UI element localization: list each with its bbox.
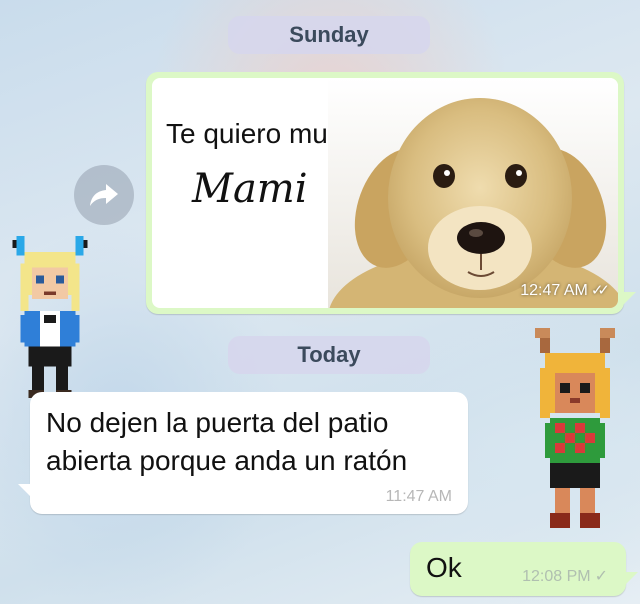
- outgoing-reply-text: Ok: [426, 552, 462, 583]
- incoming-message-text: No dejen la puerta del patio abierta por…: [46, 407, 408, 476]
- outgoing-reply-time-text: 12:08 PM: [522, 568, 591, 585]
- date-separator-today: Today: [228, 336, 430, 374]
- pixel-character-deer: [530, 328, 620, 528]
- image-card[interactable]: Te quiero mucho Mami 12:47 AM ✓✓: [152, 78, 618, 308]
- outgoing-reply-time: 12:08 PM ✓: [522, 566, 608, 586]
- incoming-message-time: 11:47 AM: [385, 488, 452, 505]
- date-separator-label: Today: [297, 342, 361, 367]
- date-separator-sunday: Sunday: [228, 16, 430, 54]
- puppy-photo: [328, 78, 618, 308]
- double-check-icon: ✓✓: [590, 282, 610, 299]
- incoming-message[interactable]: No dejen la puerta del patio abierta por…: [18, 392, 468, 514]
- date-separator-label: Sunday: [289, 22, 369, 47]
- image-message-time: 12:47 AM ✓✓: [520, 281, 610, 300]
- outgoing-image-message[interactable]: Te quiero mucho Mami 12:47 AM ✓✓: [146, 72, 636, 314]
- single-check-icon: ✓: [594, 568, 608, 585]
- forward-button[interactable]: [74, 165, 134, 225]
- pixel-character-blue: [8, 232, 92, 398]
- image-script-text: Mami: [192, 166, 308, 212]
- forward-arrow-icon: [90, 184, 118, 206]
- image-message-time-text: 12:47 AM: [520, 282, 588, 299]
- outgoing-reply-message[interactable]: Ok 12:08 PM ✓: [410, 542, 638, 596]
